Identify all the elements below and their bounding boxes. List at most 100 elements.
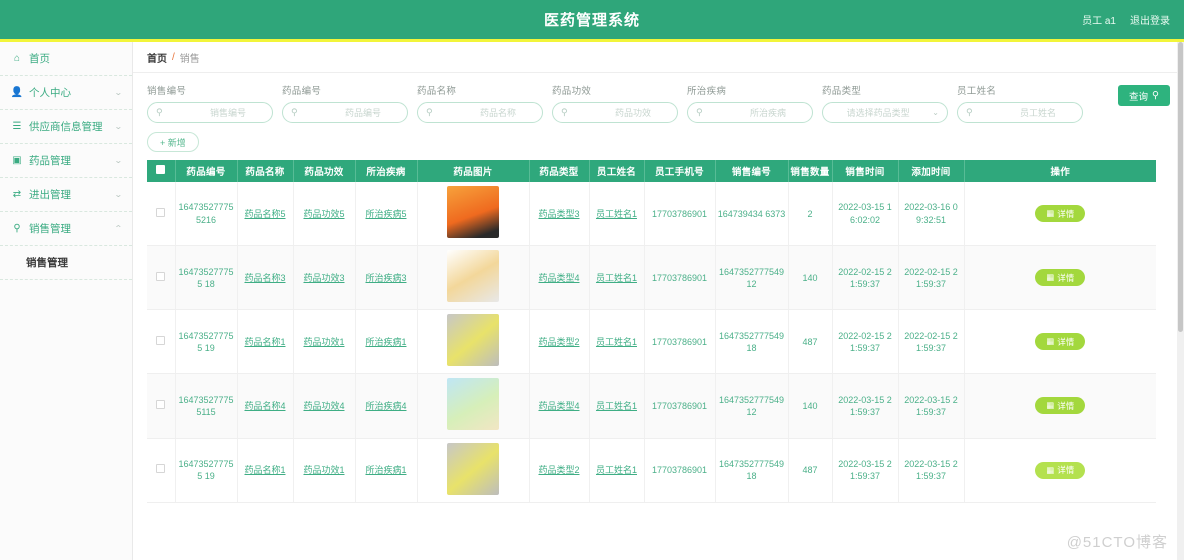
app-root: 医药管理系统 员工 a1 退出登录 ⌂ 首页 👤 个人中心 ⌄ ☰ 供应商信息管理 ⌄ ▣ 药品管… — [0, 0, 1184, 560]
filter-field-3: 药品功效 ⚲ 药品功效 — [552, 83, 687, 123]
cell-drug-name[interactable]: 药品名称1 — [237, 309, 294, 375]
row-select-cell[interactable] — [147, 182, 176, 247]
cell-staff-name[interactable]: 员工姓名1 — [589, 438, 645, 503]
doc-icon: ▦ — [1046, 464, 1055, 475]
cell-drug-type[interactable]: 药品类型2 — [529, 438, 590, 503]
cell-drug-type[interactable]: 药品类型4 — [529, 373, 590, 439]
row-checkbox[interactable] — [156, 335, 166, 345]
table-row[interactable]: 164735277755115 药品名称4 药品功效4 所治疾病4 药品类型4 员工姓名1… — [147, 373, 1156, 439]
cell-disease[interactable]: 所治疾病5 — [355, 182, 418, 247]
filter-input-5[interactable]: 请选择药品类型 ⌄ — [822, 102, 948, 123]
table-body: 164735277755216 药品名称5 药品功效5 所治疾病5 药品类型3 员工姓名1… — [147, 182, 1156, 503]
cell-drug-type[interactable]: 药品类型2 — [529, 309, 590, 375]
row-select-cell[interactable] — [147, 245, 176, 311]
green-tea-cup-ad-thumbnail[interactable] — [447, 378, 499, 431]
cell-sale-time: 2022-02-15 21:59:37 — [832, 245, 899, 311]
cell-drug-image[interactable] — [417, 309, 530, 375]
sidebar-item-label: 首页 — [29, 53, 50, 65]
chevron-down-icon: ⌄ — [932, 108, 939, 117]
cell-disease[interactable]: 所治疾病4 — [355, 373, 418, 439]
sidebar-subitem-0[interactable]: 销售管理 — [0, 246, 132, 280]
row-select-cell[interactable] — [147, 373, 176, 439]
cell-efficacy[interactable]: 药品功效3 — [293, 245, 356, 311]
detail-button[interactable]: ▦ 详情 — [1035, 333, 1086, 351]
sidebar-item-2[interactable]: ☰ 供应商信息管理 ⌄ — [0, 110, 132, 144]
cell-drug-name[interactable]: 药品名称4 — [237, 373, 294, 439]
chevron-icon: ⌄ — [114, 88, 124, 97]
cell-drug-name[interactable]: 药品名称3 — [237, 245, 294, 311]
select-all-header[interactable] — [147, 160, 176, 182]
detail-button[interactable]: ▦ 详情 — [1035, 461, 1086, 479]
cell-disease[interactable]: 所治疾病3 — [355, 245, 418, 311]
search-icon: ⚲ — [291, 107, 298, 117]
filter-field-5: 药品类型 请选择药品类型 ⌄ — [822, 83, 957, 123]
main-content: 首页 / 销售 销售编号 ⚲ 销售编号 药品编号 ⚲ 药品编号 药品名称 ⚲ 药品名称 药品功效 ⚲… — [133, 42, 1184, 560]
sidebar-item-5[interactable]: ⚲ 销售管理 ⌃ — [0, 212, 132, 246]
filter-input-3[interactable]: ⚲ 药品功效 — [552, 102, 678, 123]
sidebar-subitem-label: 销售管理 — [26, 257, 68, 269]
row-checkbox[interactable] — [156, 271, 166, 281]
sidebar-item-0[interactable]: ⌂ 首页 — [0, 42, 132, 76]
cell-drug-image[interactable] — [417, 438, 530, 503]
cell-efficacy[interactable]: 药品功效1 — [293, 438, 356, 503]
cell-drug-type[interactable]: 药品类型4 — [529, 245, 590, 311]
row-checkbox[interactable] — [156, 207, 166, 217]
header-user-area: 员工 a1 退出登录 — [1082, 0, 1170, 39]
cell-sale-no: 164735277754912 — [715, 245, 789, 311]
table-row[interactable]: 164735277755 18 药品名称3 药品功效3 所治疾病3 药品类型4 员工姓名1… — [147, 245, 1156, 311]
page-scrollbar[interactable] — [1177, 42, 1184, 560]
cell-drug-name[interactable]: 药品名称1 — [237, 438, 294, 503]
row-checkbox[interactable] — [156, 464, 166, 474]
filter-input-6[interactable]: ⚲ 员工姓名 — [957, 102, 1083, 123]
cell-drug-type[interactable]: 药品类型3 — [529, 182, 590, 247]
yellow-white-packets-thumbnail[interactable] — [447, 314, 499, 367]
sidebar: ⌂ 首页 👤 个人中心 ⌄ ☰ 供应商信息管理 ⌄ ▣ 药品管理 ⌄ ⇄ 进出管理 ⌄ ⚲ 销售管理 ⌃ 销售管理 — [0, 42, 133, 560]
sidebar-item-3[interactable]: ▣ 药品管理 ⌄ — [0, 144, 132, 178]
cell-quantity: 140 — [788, 373, 833, 439]
cell-staff-name[interactable]: 员工姓名1 — [589, 373, 645, 439]
filter-input-0[interactable]: ⚲ 销售编号 — [147, 102, 273, 123]
search-button[interactable]: 查询 ⚲ — [1118, 85, 1170, 106]
row-select-cell[interactable] — [147, 438, 176, 503]
yellow-box-black-bottle-thumbnail[interactable] — [447, 250, 499, 303]
cell-staff-name[interactable]: 员工姓名1 — [589, 182, 645, 247]
select-all-checkbox[interactable] — [156, 165, 166, 174]
cell-efficacy[interactable]: 药品功效4 — [293, 373, 356, 439]
breadcrumb-separator: / — [172, 51, 175, 63]
cell-disease[interactable]: 所治疾病1 — [355, 309, 418, 375]
cell-sale-no: 164735277754918 — [715, 438, 789, 503]
detail-button[interactable]: ▦ 详情 — [1035, 205, 1086, 223]
cell-staff-name[interactable]: 员工姓名1 — [589, 309, 645, 375]
row-select-cell[interactable] — [147, 309, 176, 375]
detail-button[interactable]: ▦ 详情 — [1035, 269, 1086, 287]
cell-drug-image[interactable] — [417, 373, 530, 439]
cell-sale-time: 2022-03-15 16:02:02 — [832, 182, 899, 247]
orange-supplement-bottle-thumbnail[interactable] — [447, 186, 499, 238]
cell-efficacy[interactable]: 药品功效1 — [293, 309, 356, 375]
cell-quantity: 2 — [788, 182, 833, 247]
cell-disease[interactable]: 所治疾病1 — [355, 438, 418, 503]
cell-actions: ▦ 详情 — [964, 438, 1156, 503]
cell-sale-time: 2022-03-15 21:59:37 — [832, 438, 899, 503]
cell-drug-image[interactable] — [417, 245, 530, 311]
cell-staff-name[interactable]: 员工姓名1 — [589, 245, 645, 311]
filter-input-1[interactable]: ⚲ 药品编号 — [282, 102, 408, 123]
cell-drug-name[interactable]: 药品名称5 — [237, 182, 294, 247]
sidebar-item-1[interactable]: 👤 个人中心 ⌄ — [0, 76, 132, 110]
filter-input-2[interactable]: ⚲ 药品名称 — [417, 102, 543, 123]
logout-link[interactable]: 退出登录 — [1130, 12, 1170, 27]
cell-drug-image[interactable] — [417, 182, 530, 247]
add-button[interactable]: + 新增 — [147, 132, 199, 152]
table-row[interactable]: 164735277755 19 药品名称1 药品功效1 所治疾病1 药品类型2 员工姓名1… — [147, 438, 1156, 503]
row-checkbox[interactable] — [156, 399, 166, 409]
cell-drug-no: 164735277755115 — [175, 373, 238, 439]
breadcrumb-home[interactable]: 首页 — [147, 50, 167, 65]
filter-input-4[interactable]: ⚲ 所治疾病 — [687, 102, 813, 123]
table-row[interactable]: 164735277755 19 药品名称1 药品功效1 所治疾病1 药品类型2 员工姓名1… — [147, 309, 1156, 375]
sidebar-item-4[interactable]: ⇄ 进出管理 ⌄ — [0, 178, 132, 212]
table-row[interactable]: 164735277755216 药品名称5 药品功效5 所治疾病5 药品类型3 员工姓名1… — [147, 182, 1156, 247]
yellow-white-packets-thumbnail[interactable] — [447, 442, 499, 495]
scrollbar-thumb[interactable] — [1178, 42, 1183, 332]
cell-efficacy[interactable]: 药品功效5 — [293, 182, 356, 247]
detail-button[interactable]: ▦ 详情 — [1035, 397, 1086, 415]
